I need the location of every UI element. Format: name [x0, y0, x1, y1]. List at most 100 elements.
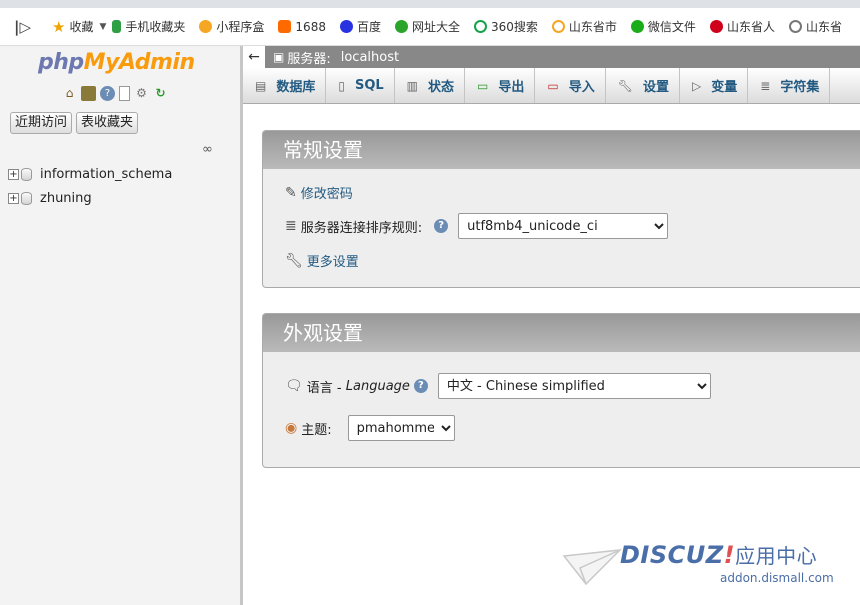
- database-icon: [21, 167, 32, 181]
- collation-label: 服务器连接排序规则:: [300, 220, 423, 236]
- help-icon[interactable]: ?: [434, 219, 449, 233]
- bookmark-item[interactable]: 手机收藏夹: [112, 18, 185, 35]
- database-icon: ▤: [255, 78, 267, 93]
- status-icon: ▥: [406, 78, 419, 93]
- database-icon: [21, 191, 32, 205]
- server-tabs: ▤ 数据库 ▯ SQL ▥ 状态 ▭ 导出 ▭ 导入 🔧︎ 设置 ▷ 变量 ≣ …: [243, 68, 860, 104]
- tab-charsets[interactable]: ≣ 字符集: [748, 68, 831, 103]
- watermark-brand-text: DISCUZ: [620, 541, 724, 569]
- bookmark-item[interactable]: 山东省: [788, 18, 842, 35]
- theme-label: 主题:: [301, 422, 332, 438]
- tab-sql[interactable]: ▯ SQL: [326, 68, 395, 103]
- tab-import[interactable]: ▭ 导入: [535, 68, 606, 103]
- bookmark-label: 360搜索: [491, 20, 538, 34]
- bookmark-label: 网址大全: [411, 20, 460, 34]
- wrench-icon: 🔧︎: [285, 252, 303, 269]
- theme-row: ◉ 主题: pmahomme: [285, 415, 455, 441]
- tab-status[interactable]: ▥ 状态: [395, 68, 466, 103]
- home-icon[interactable]: ⌂: [62, 86, 77, 101]
- language-icon: 🗨︎: [285, 378, 303, 394]
- breadcrumb: ← ▣ 服务器: localhost: [243, 46, 860, 68]
- tab-label: 状态: [428, 80, 455, 95]
- bookmark-item[interactable]: 360搜索: [474, 18, 538, 35]
- recent-favorites-buttons: 近期访问 表收藏夹: [10, 112, 139, 134]
- charset-icon: ≣: [760, 78, 771, 93]
- database-name[interactable]: zhuning: [40, 191, 92, 206]
- bookmark-label: 山东省人: [726, 20, 775, 34]
- gear-icon[interactable]: ⚙: [134, 86, 149, 101]
- bookmark-item[interactable]: 1688: [278, 20, 326, 34]
- watermark-exclamation: !: [723, 541, 736, 569]
- bookmark-label: 山东省市: [568, 20, 617, 34]
- collapse-arrow-icon[interactable]: ←: [243, 46, 265, 68]
- variables-icon: ▷: [692, 78, 702, 93]
- phone-icon: [112, 20, 122, 33]
- bookmark-item[interactable]: 微信文件: [630, 18, 696, 35]
- database-item[interactable]: + zhuning: [8, 186, 172, 210]
- tab-label: 变量: [711, 80, 738, 95]
- expand-icon[interactable]: +: [8, 192, 19, 204]
- browser-top-strip: [0, 0, 860, 8]
- server-icon: ▣: [273, 50, 285, 64]
- logout-icon[interactable]: [81, 86, 96, 101]
- baidu-icon: [339, 20, 353, 33]
- collation-row: ≣ 服务器连接排序规则: ? utf8mb4_unicode_ci: [285, 213, 669, 239]
- watermark-brand: DISCUZ!应用中心: [620, 540, 817, 569]
- bookmark-label: 1688: [295, 19, 326, 34]
- bookmark-item[interactable]: 山东省市: [551, 18, 617, 35]
- reload-icon[interactable]: ↻: [153, 86, 168, 101]
- bookmark-label: 小程序盒: [216, 20, 265, 34]
- help-icon[interactable]: ?: [100, 86, 115, 101]
- wrench-icon: 🔧︎: [617, 78, 633, 93]
- navigation-panel: phpMyAdmin ⌂ ? ⚙ ↻ 近期访问 表收藏夹 ∞ + informa…: [0, 46, 240, 605]
- search-icon: [551, 20, 565, 33]
- more-settings-link[interactable]: 更多设置: [307, 251, 359, 270]
- change-password-link[interactable]: 修改密码: [301, 183, 353, 202]
- wechat-icon: [630, 20, 644, 33]
- bookmark-item[interactable]: 山东省人: [709, 18, 775, 35]
- collation-select[interactable]: utf8mb4_unicode_ci: [458, 213, 669, 239]
- tab-databases[interactable]: ▤ 数据库: [243, 68, 327, 103]
- tab-label: 数据库: [276, 80, 316, 95]
- 360-search-icon: [474, 20, 487, 33]
- tab-export[interactable]: ▭ 导出: [465, 68, 536, 103]
- bookmark-item[interactable]: 百度: [339, 18, 381, 35]
- phpmyadmin-logo[interactable]: phpMyAdmin: [38, 50, 195, 75]
- recent-button[interactable]: 近期访问: [10, 112, 73, 134]
- help-icon[interactable]: ?: [413, 379, 428, 393]
- expand-icon[interactable]: +: [8, 168, 19, 180]
- breadcrumb-server[interactable]: localhost: [341, 50, 399, 65]
- language-label: 语言 -: [306, 380, 342, 396]
- bookmark-favorites[interactable]: ★ 收藏: [52, 18, 93, 36]
- link-icon[interactable]: ∞: [202, 142, 213, 157]
- database-item[interactable]: + information_schema: [8, 162, 172, 186]
- 1688-icon: [278, 20, 292, 33]
- theme-select[interactable]: pmahomme: [347, 415, 455, 441]
- sql-icon: ▯: [338, 78, 345, 93]
- globe-icon: [788, 20, 802, 33]
- logo-part-php: php: [38, 50, 84, 75]
- database-name[interactable]: information_schema: [40, 167, 172, 182]
- docs-icon[interactable]: [119, 86, 130, 101]
- tab-variables[interactable]: ▷ 变量: [680, 68, 749, 103]
- watermark-suffix: 应用中心: [735, 544, 818, 568]
- bookmark-label: 百度: [356, 20, 381, 34]
- appearance-settings-panel: 外观设置 🗨︎ 语言 - Language ? 中文 - Chinese sim…: [262, 313, 860, 468]
- sidebar-toggle-icon[interactable]: |▷: [14, 18, 31, 36]
- paper-plane-icon: [562, 549, 622, 586]
- bookmark-item[interactable]: 网址大全: [394, 18, 460, 35]
- bookmark-item[interactable]: 小程序盒: [199, 18, 264, 35]
- miniapp-icon: [199, 20, 213, 33]
- key-icon: ✎: [285, 184, 297, 201]
- emblem-icon: [709, 20, 723, 33]
- tab-settings[interactable]: 🔧︎ 设置: [606, 68, 680, 103]
- more-settings-row: 🔧︎ 更多设置: [285, 251, 359, 271]
- language-select[interactable]: 中文 - Chinese simplified: [437, 373, 711, 399]
- language-row: 🗨︎ 语言 - Language ? 中文 - Chinese simplifi…: [285, 373, 711, 399]
- star-icon: ★: [52, 17, 66, 36]
- palette-icon: ◉: [285, 420, 298, 436]
- nav-icon-row: ⌂ ? ⚙ ↻: [62, 86, 168, 101]
- appearance-settings-title: 外观设置: [263, 314, 860, 352]
- favorites-button[interactable]: 表收藏夹: [76, 112, 139, 134]
- chevron-down-icon[interactable]: ▼: [99, 22, 106, 32]
